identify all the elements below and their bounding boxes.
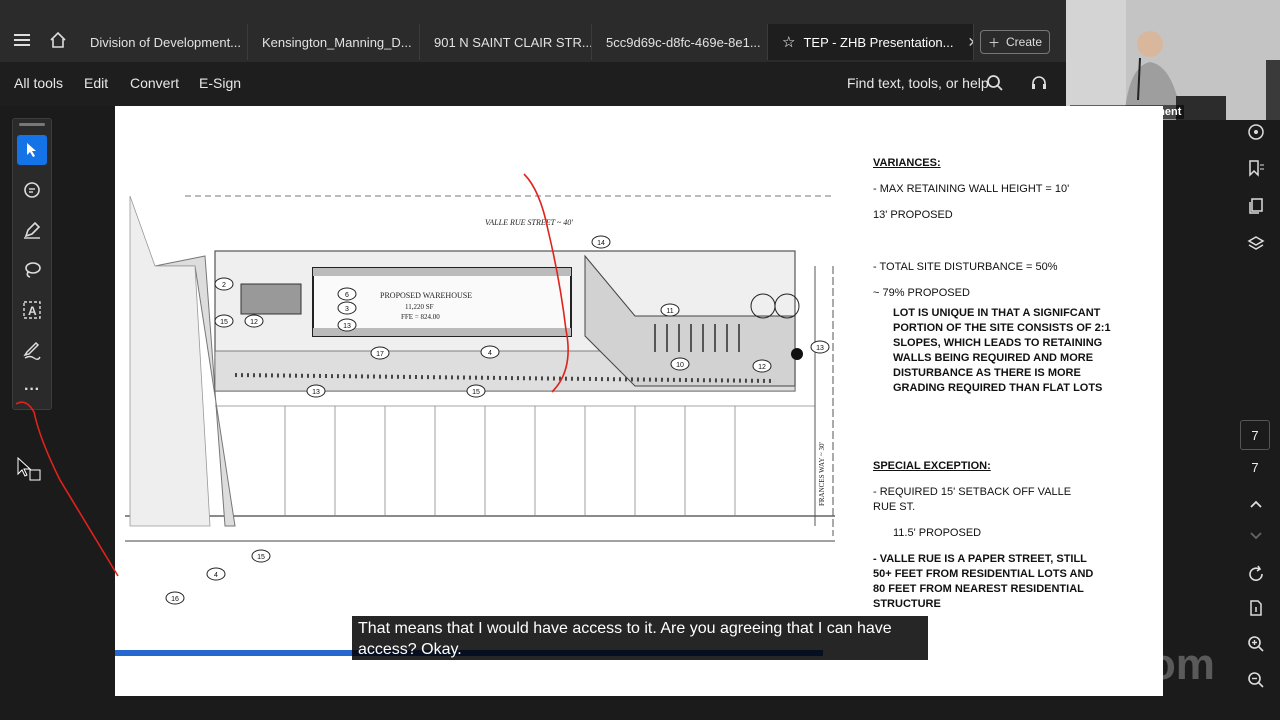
red-annotation-strokes	[15, 173, 569, 577]
ai-assistant-icon[interactable]	[1244, 120, 1268, 144]
mouse-pointer-icon	[17, 456, 41, 481]
zoom-in-icon[interactable]	[1244, 632, 1268, 656]
layers-icon[interactable]	[1244, 232, 1268, 256]
pages-icon[interactable]	[1244, 194, 1268, 218]
total-page-count: 7	[1251, 460, 1259, 475]
chevron-up-icon[interactable]	[1244, 492, 1268, 516]
closed-caption: That means that I would have access to i…	[352, 616, 928, 660]
zoom-watermark-logo: zoom	[1100, 640, 1215, 689]
refresh-icon[interactable]	[1244, 562, 1268, 586]
right-toolbar: 7 7	[1232, 120, 1280, 720]
current-page-number[interactable]: 7	[1240, 420, 1270, 450]
zoom-out-icon[interactable]	[1244, 668, 1268, 692]
save-document-icon[interactable]	[1244, 596, 1268, 620]
chevron-down-icon[interactable]	[1244, 524, 1268, 548]
bookmark-icon[interactable]	[1244, 156, 1268, 180]
